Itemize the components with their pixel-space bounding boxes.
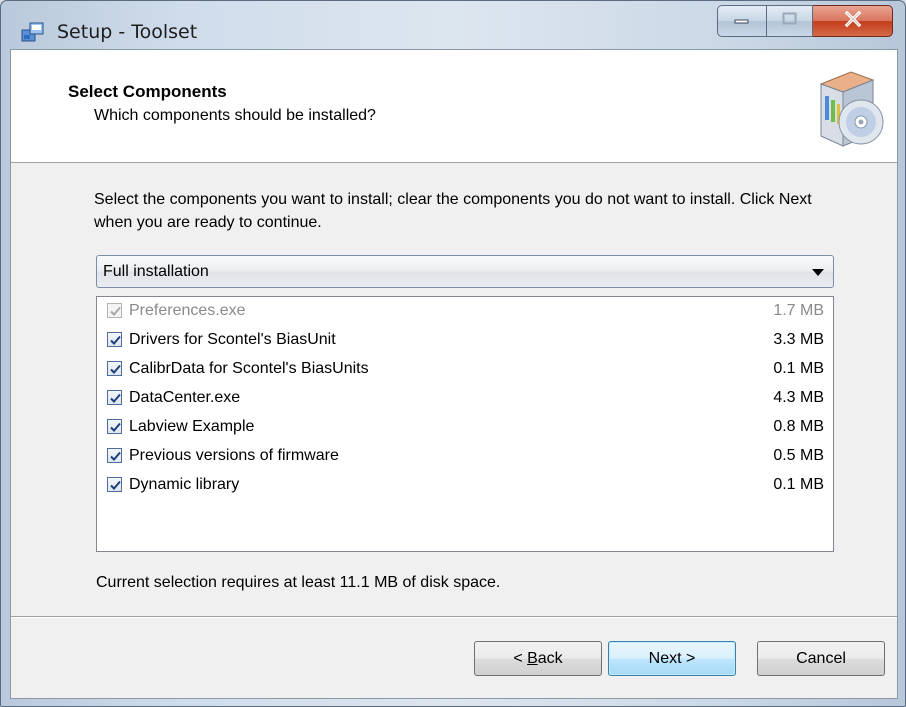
component-name: Drivers for Scontel's BiasUnit <box>129 331 336 348</box>
component-checkbox <box>107 303 122 318</box>
component-checkbox[interactable] <box>107 477 122 492</box>
window-title: Setup - Toolset <box>57 21 198 43</box>
checkmark-icon <box>110 480 121 490</box>
components-list[interactable]: Preferences.exe 1.7 MB Drivers for Scontel… <box>96 296 834 552</box>
component-name: DataCenter.exe <box>129 389 241 406</box>
component-name: CalibrData for Scontel's BiasUnits <box>129 360 369 377</box>
close-button[interactable] <box>813 5 893 37</box>
list-item[interactable]: CalibrData for Scontel's BiasUnits 0.1 MB <box>97 355 833 384</box>
component-size: 0.1 MB <box>773 476 824 493</box>
checkmark-icon <box>110 393 121 403</box>
checkmark-icon <box>110 422 121 432</box>
maximize-button[interactable] <box>767 5 813 37</box>
install-type-value: Full installation <box>103 263 209 280</box>
component-checkbox[interactable] <box>107 390 122 405</box>
wizard-client-area: Select Components Which components shoul… <box>10 49 898 699</box>
checkmark-icon <box>110 451 121 461</box>
next-button[interactable]: Next > <box>608 641 736 676</box>
chevron-down-icon[interactable] <box>812 269 824 276</box>
component-size: 0.1 MB <box>773 360 824 377</box>
component-size: 3.3 MB <box>773 331 824 348</box>
page-subtitle: Which components should be installed? <box>94 107 376 124</box>
caption-buttons <box>717 5 893 39</box>
page-title: Select Components <box>68 82 227 101</box>
list-item[interactable]: Labview Example 0.8 MB <box>97 413 833 442</box>
disk-space-requirement: Current selection requires at least 11.1… <box>96 574 501 591</box>
component-size: 0.5 MB <box>773 447 824 464</box>
close-icon <box>843 10 863 33</box>
setup-app-icon[interactable] <box>21 21 45 43</box>
component-size: 1.7 MB <box>773 302 824 319</box>
cancel-button[interactable]: Cancel <box>757 641 885 676</box>
component-checkbox[interactable] <box>107 448 122 463</box>
checkmark-icon <box>110 306 121 316</box>
maximize-icon <box>781 12 799 31</box>
install-disc-icon <box>813 64 885 152</box>
list-item: Preferences.exe 1.7 MB <box>97 297 833 326</box>
component-checkbox[interactable] <box>107 361 122 376</box>
component-size: 0.8 MB <box>773 418 824 435</box>
component-name: Previous versions of firmware <box>129 447 339 464</box>
component-name: Preferences.exe <box>129 302 246 319</box>
minimize-icon <box>733 12 751 30</box>
footer-divider <box>11 616 897 618</box>
list-item[interactable]: Dynamic library 0.1 MB <box>97 471 833 500</box>
list-item[interactable]: Drivers for Scontel's BiasUnit 3.3 MB <box>97 326 833 355</box>
title-bar[interactable]: Setup - Toolset <box>1 1 905 51</box>
back-button-label: < Back <box>513 649 563 667</box>
list-item[interactable]: Previous versions of firmware 0.5 MB <box>97 442 833 471</box>
component-name: Dynamic library <box>129 476 240 493</box>
back-button[interactable]: < Back <box>474 641 602 676</box>
component-size: 4.3 MB <box>773 389 824 406</box>
instructions-text: Select the components you want to instal… <box>94 191 812 231</box>
component-name: Labview Example <box>129 418 255 435</box>
list-item[interactable]: DataCenter.exe 4.3 MB <box>97 384 833 413</box>
install-type-select[interactable]: Full installation <box>96 255 834 288</box>
component-checkbox[interactable] <box>107 419 122 434</box>
checkmark-icon <box>110 335 121 345</box>
checkmark-icon <box>110 364 121 374</box>
setup-window: Setup - Toolset Select Components Which … <box>0 0 906 707</box>
minimize-button[interactable] <box>717 5 767 37</box>
component-checkbox[interactable] <box>107 332 122 347</box>
wizard-header: Select Components Which components shoul… <box>11 50 897 163</box>
